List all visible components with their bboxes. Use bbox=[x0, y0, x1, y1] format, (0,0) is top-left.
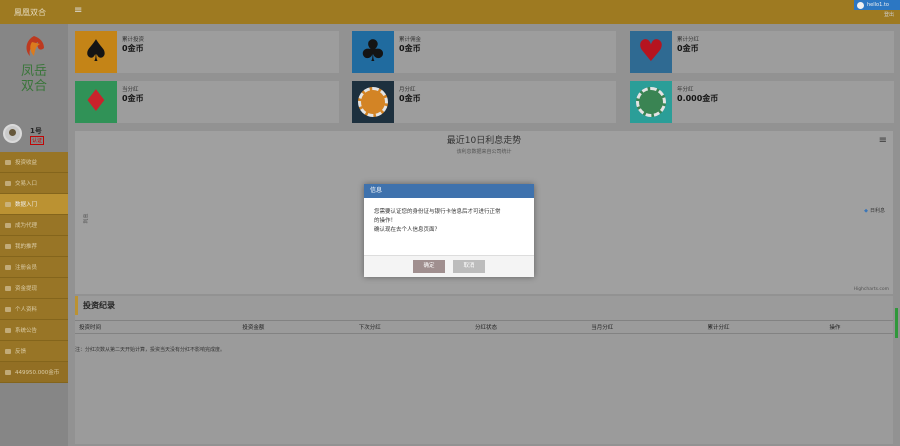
dialog-line: 确认现在去个人信息页面？ bbox=[374, 227, 441, 233]
dialog-footer: 确定 取消 bbox=[364, 255, 534, 277]
dialog-line: 您需要认证您的身份证与银行卡信息后才可进行正常 bbox=[374, 209, 501, 215]
info-dialog: 信息 您需要认证您的身份证与银行卡信息后才可进行正常 的操作！ 确认现在去个人信… bbox=[364, 184, 534, 277]
cancel-button[interactable]: 取消 bbox=[453, 260, 485, 273]
dialog-body: 您需要认证您的身份证与银行卡信息后才可进行正常 的操作！ 确认现在去个人信息页面… bbox=[364, 198, 534, 235]
ok-button[interactable]: 确定 bbox=[413, 260, 445, 273]
dialog-title: 信息 bbox=[364, 184, 534, 198]
dialog-line: 的操作！ bbox=[374, 218, 397, 224]
